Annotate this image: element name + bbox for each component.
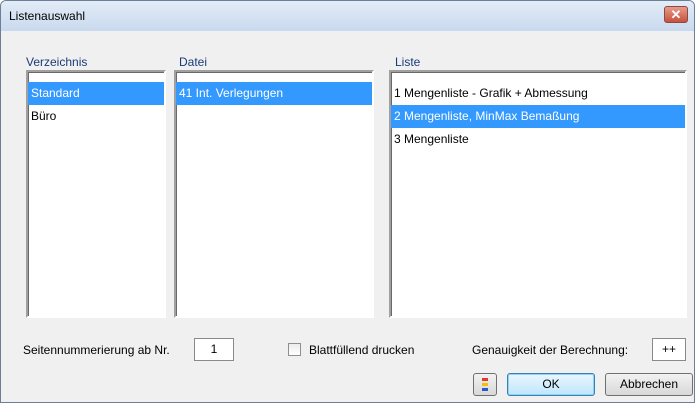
verzeichnis-item-buero[interactable]: Büro <box>28 105 164 128</box>
listenauswahl-dialog: Listenauswahl ✕ Verzeichnis Standard Bür… <box>0 0 695 403</box>
close-button[interactable]: ✕ <box>664 6 688 23</box>
fullpage-label: Blattfüllend drucken <box>309 343 415 357</box>
liste-item-3[interactable]: 3 Mengenliste <box>391 128 685 151</box>
datei-label: Datei <box>179 55 208 69</box>
precision-label: Genauigkeit der Berechnung: <box>472 343 629 357</box>
verzeichnis-label: Verzeichnis <box>26 55 88 69</box>
precision-input[interactable]: ++ <box>652 338 686 361</box>
page-numbering-label: Seitennummerierung ab Nr. <box>23 343 170 357</box>
color-settings-button[interactable] <box>473 373 497 396</box>
cancel-button[interactable]: Abbrechen <box>605 373 693 396</box>
liste-item-1[interactable]: 1 Mengenliste - Grafik + Abmessung <box>391 82 685 105</box>
title-bar[interactable]: Listenauswahl ✕ <box>1 1 694 31</box>
liste-item-2[interactable]: 2 Mengenliste, MinMax Bemaßung <box>391 105 685 128</box>
datei-item-int-verlegungen[interactable]: 41 Int. Verlegungen <box>176 82 372 105</box>
ok-button[interactable]: OK <box>507 373 595 396</box>
datei-listbox[interactable]: 41 Int. Verlegungen <box>174 70 374 318</box>
fullpage-checkbox[interactable] <box>288 343 301 356</box>
verzeichnis-listbox[interactable]: Standard Büro <box>26 70 166 318</box>
color-bars-icon <box>482 378 488 391</box>
close-icon: ✕ <box>670 7 682 22</box>
verzeichnis-item-standard[interactable]: Standard <box>28 82 164 105</box>
dialog-title: Listenauswahl <box>9 9 86 23</box>
liste-label: Liste <box>395 55 421 69</box>
liste-listbox[interactable]: 1 Mengenliste - Grafik + Abmessung 2 Men… <box>389 70 687 318</box>
page-numbering-input[interactable]: 1 <box>194 338 234 361</box>
